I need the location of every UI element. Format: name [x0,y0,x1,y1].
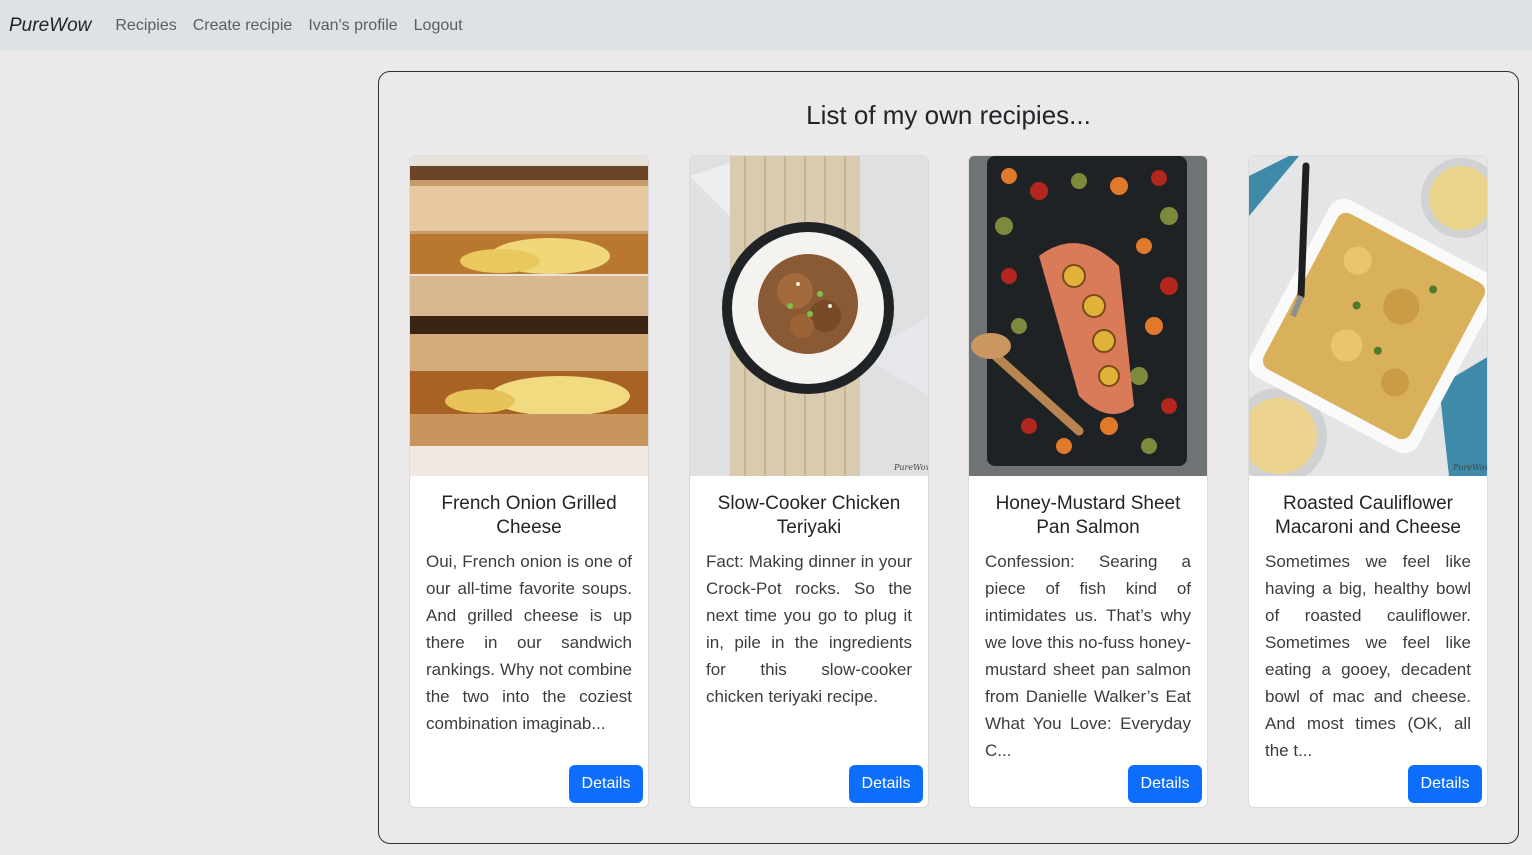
details-button[interactable]: Details [1408,765,1482,803]
recipe-image-cauliflower-mac: PureWow [1249,156,1487,476]
watermark-text: PureWow [893,463,928,472]
brand-logo-link[interactable]: PureWow [9,15,91,37]
recipe-title: Slow-Cooker Chicken Teriyaki [717,493,901,538]
recipe-image-salmon [969,156,1207,476]
nav-link-profile[interactable]: Ivan's profile [308,17,397,35]
details-button[interactable]: Details [849,765,923,803]
nav-link-recipies[interactable]: Recipies [115,17,176,35]
recipe-card: Honey-Mustard Sheet Pan Salmon Confessio… [968,155,1208,808]
recipe-description: Oui, French onion is one of our all-time… [426,552,632,733]
details-button[interactable]: Details [1128,765,1202,803]
recipe-title: Roasted Cauliflower Macaroni and Cheese [1275,493,1461,538]
my-recipes-panel: List of my own recipies... French Onion … [378,71,1519,844]
recipe-card: French Onion Grilled Cheese Oui, French … [409,155,649,808]
watermark-text: PureWow [1452,463,1487,472]
recipe-image-chicken-teriyaki: PureWow [690,156,928,476]
top-navbar: PureWow Recipies Create recipie Ivan's p… [0,0,1532,51]
nav-link-create-recipie[interactable]: Create recipie [193,17,293,35]
recipe-card: PureWow Slow-Cooker Chicken Teriyaki Fac… [689,155,929,808]
recipe-card: PureWow Roasted Cauliflower Macaroni and… [1248,155,1488,808]
recipe-description: Fact: Making dinner in your Crock-Pot ro… [706,552,912,706]
details-button[interactable]: Details [569,765,643,803]
recipe-image-grilled-cheese [410,156,648,476]
recipe-description: Sometimes we feel like having a big, hea… [1265,552,1471,760]
recipe-description: Confession: Searing a piece of fish kind… [985,552,1191,760]
recipe-title: Honey-Mustard Sheet Pan Salmon [995,493,1181,538]
nav-link-logout[interactable]: Logout [414,17,463,35]
page-title: List of my own recipies... [806,100,1091,130]
recipe-title: French Onion Grilled Cheese [441,493,617,538]
